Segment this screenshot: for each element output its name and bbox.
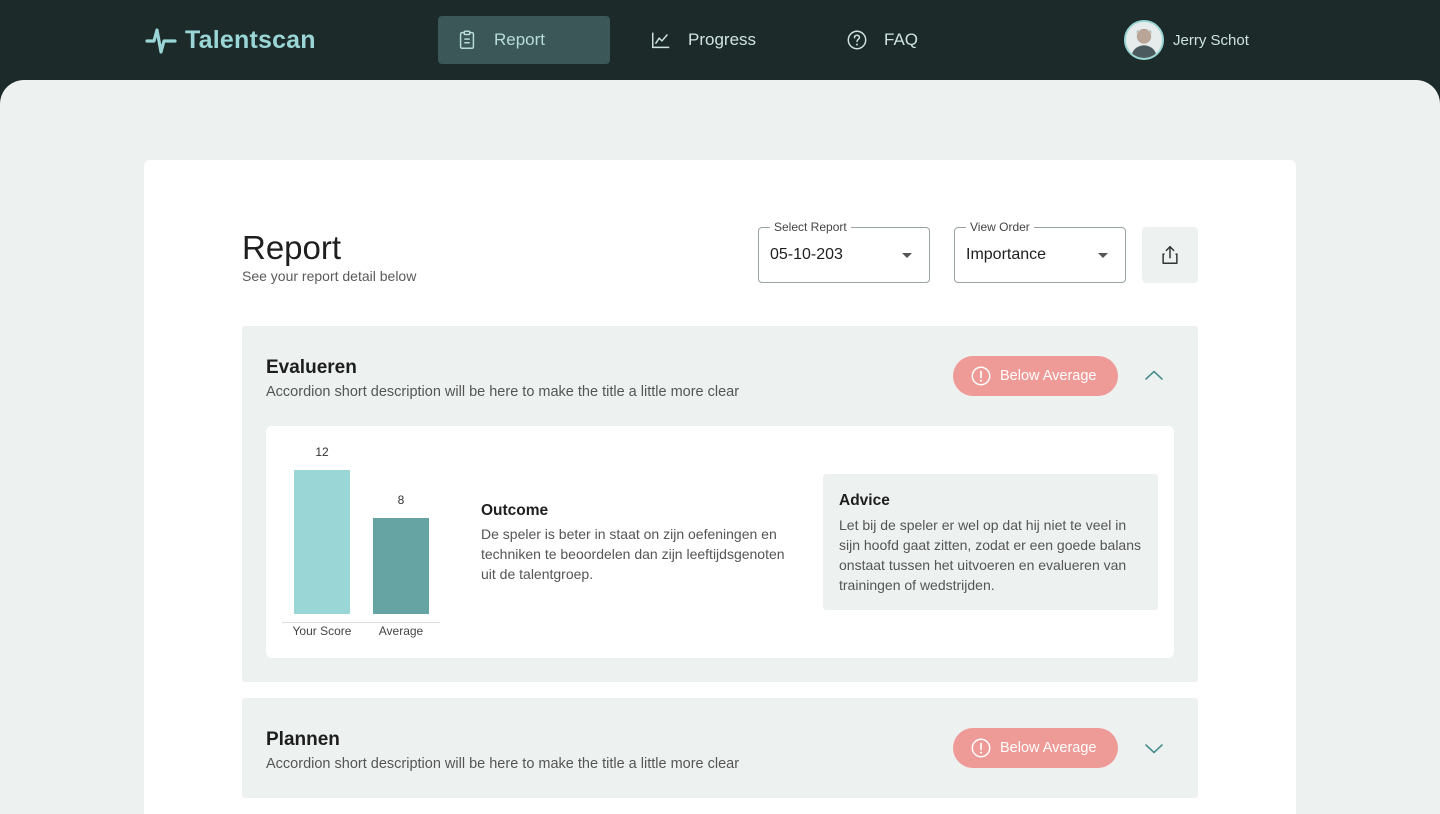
accordion-title[interactable]: Plannen xyxy=(266,729,340,751)
chart-bar-average xyxy=(373,518,429,614)
nav-item-label: Report xyxy=(494,30,546,49)
caret-down-icon xyxy=(1098,253,1108,258)
line-chart-icon xyxy=(652,32,670,49)
view-order-label: View Order xyxy=(966,220,1034,234)
app-logo[interactable]: Talentscan xyxy=(143,22,316,58)
select-report-dropdown[interactable]: Select Report 05-10-203 xyxy=(758,220,930,283)
chart-data-label: 12 xyxy=(315,445,329,459)
chart-category-label: Average xyxy=(378,624,424,638)
user-name: Jerry Schot xyxy=(1173,31,1249,49)
user-avatar-icon xyxy=(1126,22,1162,58)
share-icon xyxy=(1162,246,1178,264)
chart-category-label: Your Score xyxy=(292,624,352,638)
clipboard-icon xyxy=(459,30,475,49)
advice-text: Let bij de speler er wel op dat hij niet… xyxy=(839,517,1141,593)
accordion-evalueren: Evalueren Accordion short description wi… xyxy=(242,326,1198,682)
chevron-down-icon[interactable] xyxy=(1142,736,1166,760)
advice-box: Advice Let bij de speler er wel op dat h… xyxy=(823,474,1158,610)
nav-item-label: Progress xyxy=(688,30,757,49)
advice-title: Advice xyxy=(839,492,890,509)
page-subtitle: See your report detail below xyxy=(242,268,417,284)
help-circle-icon xyxy=(847,30,867,50)
chart-bar-your-score xyxy=(294,470,350,614)
nav-item-label: FAQ xyxy=(884,30,919,49)
accordion-title[interactable]: Evalueren xyxy=(266,357,357,379)
nav-item-report[interactable]: Report xyxy=(438,16,610,64)
talentscan-logo-icon xyxy=(145,28,177,54)
caret-down-icon xyxy=(902,253,912,258)
accordion-content: 12 Your Score 8 Average Outcome De speler i… xyxy=(266,426,1174,658)
nav-item-faq[interactable]: FAQ xyxy=(828,16,938,64)
score-bar-chart: 12 Your Score 8 Average xyxy=(282,426,442,658)
alert-circle-icon xyxy=(971,738,991,758)
view-order-value: Importance xyxy=(966,246,1047,263)
select-report-value: 05-10-203 xyxy=(770,246,843,263)
app-name: Talentscan xyxy=(185,25,316,54)
chart-baseline xyxy=(282,622,440,623)
status-badge-label: Below Average xyxy=(1000,368,1097,384)
avatar[interactable] xyxy=(1124,20,1164,60)
nav-item-progress[interactable]: Progress xyxy=(632,16,782,64)
page-title: Report xyxy=(242,229,342,266)
chart-data-label: 8 xyxy=(397,493,405,507)
outcome-text: De speler is beter in staat on zijn oefe… xyxy=(481,526,785,582)
user-menu[interactable]: Jerry Schot xyxy=(1124,20,1249,60)
select-report-label: Select Report xyxy=(770,220,851,234)
view-order-dropdown[interactable]: View Order Importance xyxy=(954,220,1126,283)
outcome-title: Outcome xyxy=(481,502,549,519)
alert-circle-icon xyxy=(971,366,991,386)
accordion-description: Accordion short description will be here… xyxy=(266,756,740,772)
chevron-up-icon[interactable] xyxy=(1142,364,1166,388)
status-badge-label: Below Average xyxy=(1000,740,1097,756)
accordion-plannen: Plannen Accordion short description will… xyxy=(242,698,1198,798)
share-button[interactable] xyxy=(1142,227,1198,283)
top-navigation: Talentscan Report Progress FAQ Jerry Sch… xyxy=(0,0,1440,80)
status-badge: Below Average xyxy=(953,356,1118,396)
status-badge: Below Average xyxy=(953,728,1118,768)
accordion-description: Accordion short description will be here… xyxy=(266,384,740,400)
